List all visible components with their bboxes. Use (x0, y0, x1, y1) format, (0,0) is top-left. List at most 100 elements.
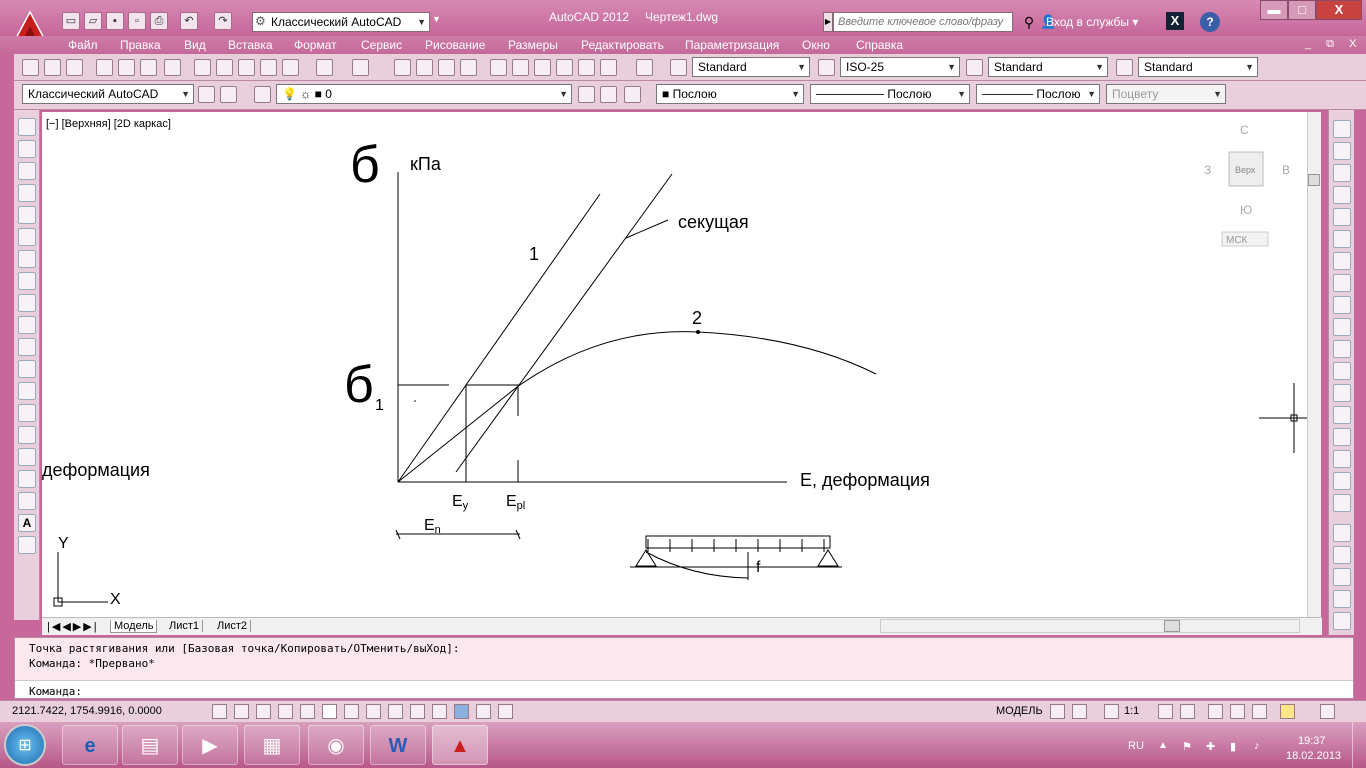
menu-insert[interactable]: Вставка (228, 38, 273, 52)
workspace-settings-icon[interactable] (220, 86, 237, 103)
undo-icon[interactable]: ↶ (180, 12, 198, 30)
open-icon[interactable] (44, 59, 61, 76)
multiline-text-icon[interactable]: A (18, 514, 36, 532)
offset-icon[interactable] (1333, 186, 1351, 204)
print-icon[interactable] (96, 59, 113, 76)
revision-cloud-icon[interactable] (18, 272, 36, 290)
menu-tools[interactable]: Сервис (361, 38, 402, 52)
autocad-task-icon[interactable]: ▲ (432, 725, 488, 765)
break-icon[interactable] (1333, 384, 1351, 402)
publish-icon[interactable] (140, 59, 157, 76)
menu-file[interactable]: Файл (68, 38, 98, 52)
chamfer-icon[interactable] (1333, 428, 1351, 446)
3d-print-icon[interactable] (164, 59, 181, 76)
draworder-under-icon[interactable] (1333, 590, 1351, 608)
otrack-icon[interactable] (366, 704, 381, 719)
save-icon[interactable]: ▪ (106, 12, 124, 30)
antivirus-icon[interactable]: ✚ (1206, 740, 1218, 753)
mdi-controls[interactable]: _ ⧉ X (1305, 38, 1362, 51)
dim-style-combo[interactable]: ISO-25 ▼ (840, 57, 960, 77)
table-icon[interactable] (18, 492, 36, 510)
close-button[interactable]: X (1316, 0, 1362, 20)
volume-icon[interactable]: ♪ (1254, 740, 1266, 752)
menu-dimension[interactable]: Размеры (508, 38, 558, 52)
add-selected-icon[interactable] (18, 536, 36, 554)
hatch-icon[interactable] (18, 426, 36, 444)
word-task-icon[interactable]: W (370, 725, 426, 765)
layer-combo[interactable]: 💡 ☼ ■ 0 ▼ (276, 84, 572, 104)
lineweight-combo[interactable]: ────── Послою ▼ (976, 84, 1100, 104)
mleader-style-icon[interactable] (1116, 59, 1133, 76)
ducs-icon[interactable] (388, 704, 403, 719)
viewcube-south[interactable]: Ю (1240, 203, 1252, 217)
polar-icon[interactable] (300, 704, 315, 719)
new-icon[interactable] (22, 59, 39, 76)
command-input-row[interactable]: Команда: (15, 680, 1353, 698)
ellipse-icon[interactable] (18, 316, 36, 334)
quick-view-layouts-icon[interactable] (1050, 704, 1065, 719)
horizontal-scroll-thumb[interactable] (1164, 620, 1180, 632)
properties-icon[interactable] (490, 59, 507, 76)
snap-icon[interactable] (234, 704, 249, 719)
quick-view-drawings-icon[interactable] (1072, 704, 1087, 719)
command-window[interactable]: Точка растягивания или [Базовая точка/Ко… (14, 637, 1354, 699)
circle-icon[interactable] (18, 250, 36, 268)
layer-manager-icon[interactable] (254, 86, 271, 103)
save-icon[interactable] (66, 59, 83, 76)
layer-state-icon[interactable] (624, 86, 641, 103)
gradient-icon[interactable] (18, 448, 36, 466)
ellipse-arc-icon[interactable] (18, 338, 36, 356)
block-editor-icon[interactable] (282, 59, 299, 76)
horizontal-scrollbar[interactable] (880, 619, 1300, 633)
move-icon[interactable] (1333, 230, 1351, 248)
scale-icon[interactable] (1333, 274, 1351, 292)
exchange-icon[interactable]: X (1166, 12, 1184, 30)
join-icon[interactable] (1333, 406, 1351, 424)
infer-constraints-icon[interactable] (212, 704, 227, 719)
vertical-scroll-thumb[interactable] (1308, 174, 1320, 186)
point-icon[interactable] (18, 404, 36, 422)
viewcube-east[interactable]: В (1282, 163, 1290, 177)
rectangle-icon[interactable] (18, 206, 36, 224)
ie-task-icon[interactable]: e (62, 725, 118, 765)
arc-icon[interactable] (18, 228, 36, 246)
clock-date[interactable]: 18.02.2013 (1286, 750, 1341, 762)
trim-icon[interactable] (1333, 318, 1351, 336)
region-icon[interactable] (18, 470, 36, 488)
save-as-icon[interactable]: ▫ (128, 12, 146, 30)
flag-icon[interactable]: ⚑ (1182, 740, 1194, 753)
chrome-task-icon[interactable]: ◉ (308, 725, 364, 765)
transparency-icon[interactable] (454, 704, 469, 719)
polygon-icon[interactable] (18, 184, 36, 202)
fillet-icon[interactable] (1333, 450, 1351, 468)
quick-properties-icon[interactable] (476, 704, 491, 719)
mleader-style-combo[interactable]: Standard ▼ (1138, 57, 1258, 77)
line-icon[interactable] (18, 118, 36, 136)
zoom-window-icon[interactable] (438, 59, 455, 76)
make-block-icon[interactable] (18, 382, 36, 400)
draworder-above-icon[interactable] (1333, 568, 1351, 586)
minimize-button[interactable]: ▬ (1260, 0, 1288, 20)
annotation-scale-icon[interactable] (1104, 704, 1119, 719)
hardware-acceleration-icon[interactable] (1252, 704, 1267, 719)
search-expand-icon[interactable]: ▶ (823, 12, 833, 32)
menu-edit[interactable]: Правка (120, 38, 161, 52)
menu-modify[interactable]: Редактировать (581, 38, 664, 52)
construction-line-icon[interactable] (18, 140, 36, 158)
tool-palettes-icon[interactable] (534, 59, 551, 76)
help-icon[interactable] (636, 59, 653, 76)
explorer-task-icon[interactable]: ▤ (122, 725, 178, 765)
toolbar-lock-icon[interactable] (1230, 704, 1245, 719)
menu-format[interactable]: Формат (294, 38, 337, 52)
osnap-icon[interactable] (322, 704, 337, 719)
design-center-icon[interactable] (512, 59, 529, 76)
print-icon[interactable]: ⎙ (150, 12, 168, 30)
auto-scale-icon[interactable] (1180, 704, 1195, 719)
selection-cycling-icon[interactable] (498, 704, 513, 719)
dyn-icon[interactable] (410, 704, 425, 719)
copy-icon[interactable] (216, 59, 233, 76)
text-style-icon[interactable] (670, 59, 687, 76)
annotation-visibility-icon[interactable] (1158, 704, 1173, 719)
viewcube-west[interactable]: З (1204, 163, 1211, 177)
tab-layout2[interactable]: Лист2 (214, 620, 252, 632)
